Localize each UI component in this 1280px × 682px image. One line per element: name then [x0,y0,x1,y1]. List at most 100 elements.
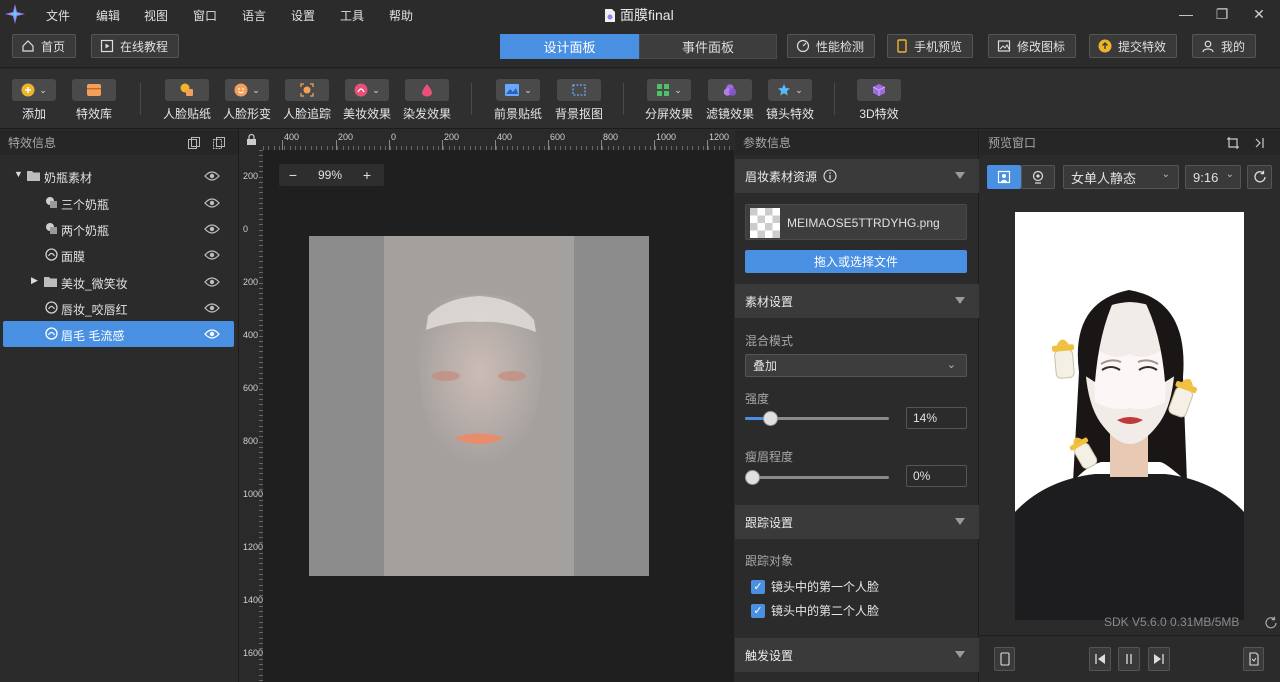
tree-item[interactable]: 唇妆_咬唇红 [3,295,234,321]
ruler-tick-label: 1000 [656,132,677,142]
aspect-ratio-select[interactable]: 9:16 ⌄ [1185,165,1241,189]
tree-item[interactable]: ▼ 奶瓶素材 [3,163,234,189]
modify-icon-button[interactable]: 修改图标 [988,34,1077,58]
face-sticker-tool[interactable]: 人脸贴纸 [163,79,211,122]
material-settings-section[interactable]: 素材设置 [735,284,979,318]
eye-icon[interactable] [204,222,220,236]
collapse-arrow-icon [955,651,965,658]
add-tool[interactable]: ⌄ 添加 [12,79,56,122]
tree-item-label: 唇妆_咬唇红 [61,302,128,317]
tracking-settings-section[interactable]: 跟踪设置 [735,505,979,539]
minimize-icon[interactable]: — [1178,6,1194,22]
eyebrow-resource-section[interactable]: 眉妆素材资源 [735,159,979,193]
artboard[interactable] [309,236,649,576]
eye-icon[interactable] [204,275,220,289]
eye-icon[interactable] [204,327,220,341]
menu-window[interactable]: 窗口 [193,7,217,24]
menu-help[interactable]: 帮助 [389,7,413,24]
info-icon[interactable] [823,169,837,183]
menu-view[interactable]: 视图 [144,7,168,24]
hair-dye-tool[interactable]: 染发效果 [403,79,451,122]
split-screen-tool[interactable]: ⌄ 分屏效果 [645,79,693,122]
modify-icon-label: 修改图标 [1017,39,1066,54]
tree-item[interactable]: 眉毛 毛流感 [3,321,234,348]
tree-item[interactable]: ▶ 美妆_微笑妆 [3,269,234,295]
thin-brow-slider-handle[interactable] [745,470,760,485]
eye-icon[interactable] [204,301,220,315]
zoom-in-button[interactable]: + [353,167,381,183]
refresh-button[interactable] [1247,165,1272,189]
camera-effect-tool[interactable]: ⌄ 镜头特效 [766,79,814,122]
home-button[interactable]: 首页 [12,34,77,58]
image-mode-button[interactable] [987,165,1021,189]
track-first-face-checkbox[interactable]: ✓ 镜头中的第一个人脸 [751,578,879,595]
menu-edit[interactable]: 编辑 [96,7,120,24]
performance-button[interactable]: 性能检测 [787,34,876,58]
camera-mode-button[interactable] [1021,165,1055,189]
lock-icon[interactable] [246,133,257,146]
foreground-sticker-tool[interactable]: ⌄ 前景贴纸 [494,79,542,122]
intensity-slider[interactable] [745,411,889,426]
intensity-slider-handle[interactable] [763,411,779,426]
device-rotate-button[interactable] [994,647,1015,671]
collapse-arrow-icon[interactable]: ▶ [31,275,38,286]
3d-effect-tool[interactable]: 3D特效 [857,79,901,122]
matting-icon [572,84,586,96]
filter-tool[interactable]: 滤镜效果 [706,79,754,122]
export-preview-button[interactable] [1243,647,1264,671]
menu-file[interactable]: 文件 [46,7,70,24]
track-second-face-checkbox[interactable]: ✓ 镜头中的第二个人脸 [751,602,879,619]
mobile-preview-label: 手机预览 [914,39,963,54]
home-label: 首页 [41,39,66,54]
previous-frame-button[interactable] [1089,647,1111,671]
sync-icon[interactable] [1264,616,1278,630]
preview-mode-select[interactable]: 女单人静态 ⌄ [1063,165,1179,189]
preview-stage[interactable] [1015,212,1244,620]
collapse-panel-icon[interactable] [1252,136,1266,150]
tutorial-button[interactable]: 在线教程 [91,34,180,58]
intensity-input[interactable]: 14% [906,407,967,429]
blend-mode-select[interactable]: 叠加 ⌄ [745,354,967,377]
expand-arrow-icon[interactable]: ▼ [14,169,23,179]
tab-design-panel[interactable]: 设计面板 [500,34,639,59]
menu-language[interactable]: 语言 [242,7,266,24]
face-deform-tool[interactable]: ⌄ 人脸形变 [223,79,271,122]
thin-brow-input[interactable]: 0% [906,465,967,487]
profile-button[interactable]: 我的 [1192,34,1257,58]
menu-tools[interactable]: 工具 [340,7,364,24]
paste-icon[interactable] [212,136,226,150]
mobile-preview-button[interactable]: 手机预览 [887,34,974,58]
tree-item[interactable]: 三个奶瓶 [3,190,234,216]
eye-icon[interactable] [204,169,220,183]
effect-library-label: 特效库 [75,107,112,121]
tree-item[interactable]: 两个奶瓶 [3,216,234,242]
close-icon[interactable]: ✕ [1251,6,1267,22]
submit-effect-button[interactable]: 提交特效 [1089,34,1178,58]
menu-settings[interactable]: 设置 [291,7,315,24]
eye-icon[interactable] [204,196,220,210]
makeup-icon [45,301,58,314]
face-tracking-tool[interactable]: 人脸追踪 [283,79,331,122]
next-frame-button[interactable] [1148,647,1170,671]
makeup-tool[interactable]: ⌄ 美妆效果 [343,79,391,122]
material-file-item[interactable]: MEIMAOSE5TTRDYHG.png [745,204,967,240]
upload-file-button[interactable]: 拖入或选择文件 [745,250,967,273]
tab-event-panel[interactable]: 事件面板 [639,34,777,59]
thin-brow-slider[interactable] [745,470,889,485]
design-canvas[interactable]: 400 200 0 200 400 600 800 1000 1200 200 0 200 400 60… [240,130,734,682]
effect-library-tool[interactable]: 特效库 [72,79,116,122]
eye-icon[interactable] [204,248,220,262]
cube-icon [872,84,886,96]
trigger-settings-section[interactable]: 触发设置 [735,638,979,672]
pause-button[interactable] [1118,647,1140,671]
document-title-text: 面膜final [620,7,674,23]
crop-icon[interactable] [1226,136,1240,150]
zoom-out-button[interactable]: − [279,167,307,183]
background-matting-tool[interactable]: 背景抠图 [555,79,603,122]
restore-icon[interactable]: ❐ [1214,6,1230,22]
pause-icon [1126,654,1132,664]
tree-item[interactable]: 面膜 [3,242,234,268]
material-file-name: MEIMAOSE5TTRDYHG.png [787,216,940,230]
copy-icon[interactable] [187,136,201,150]
aspect-ratio-value: 9:16 [1193,169,1219,185]
